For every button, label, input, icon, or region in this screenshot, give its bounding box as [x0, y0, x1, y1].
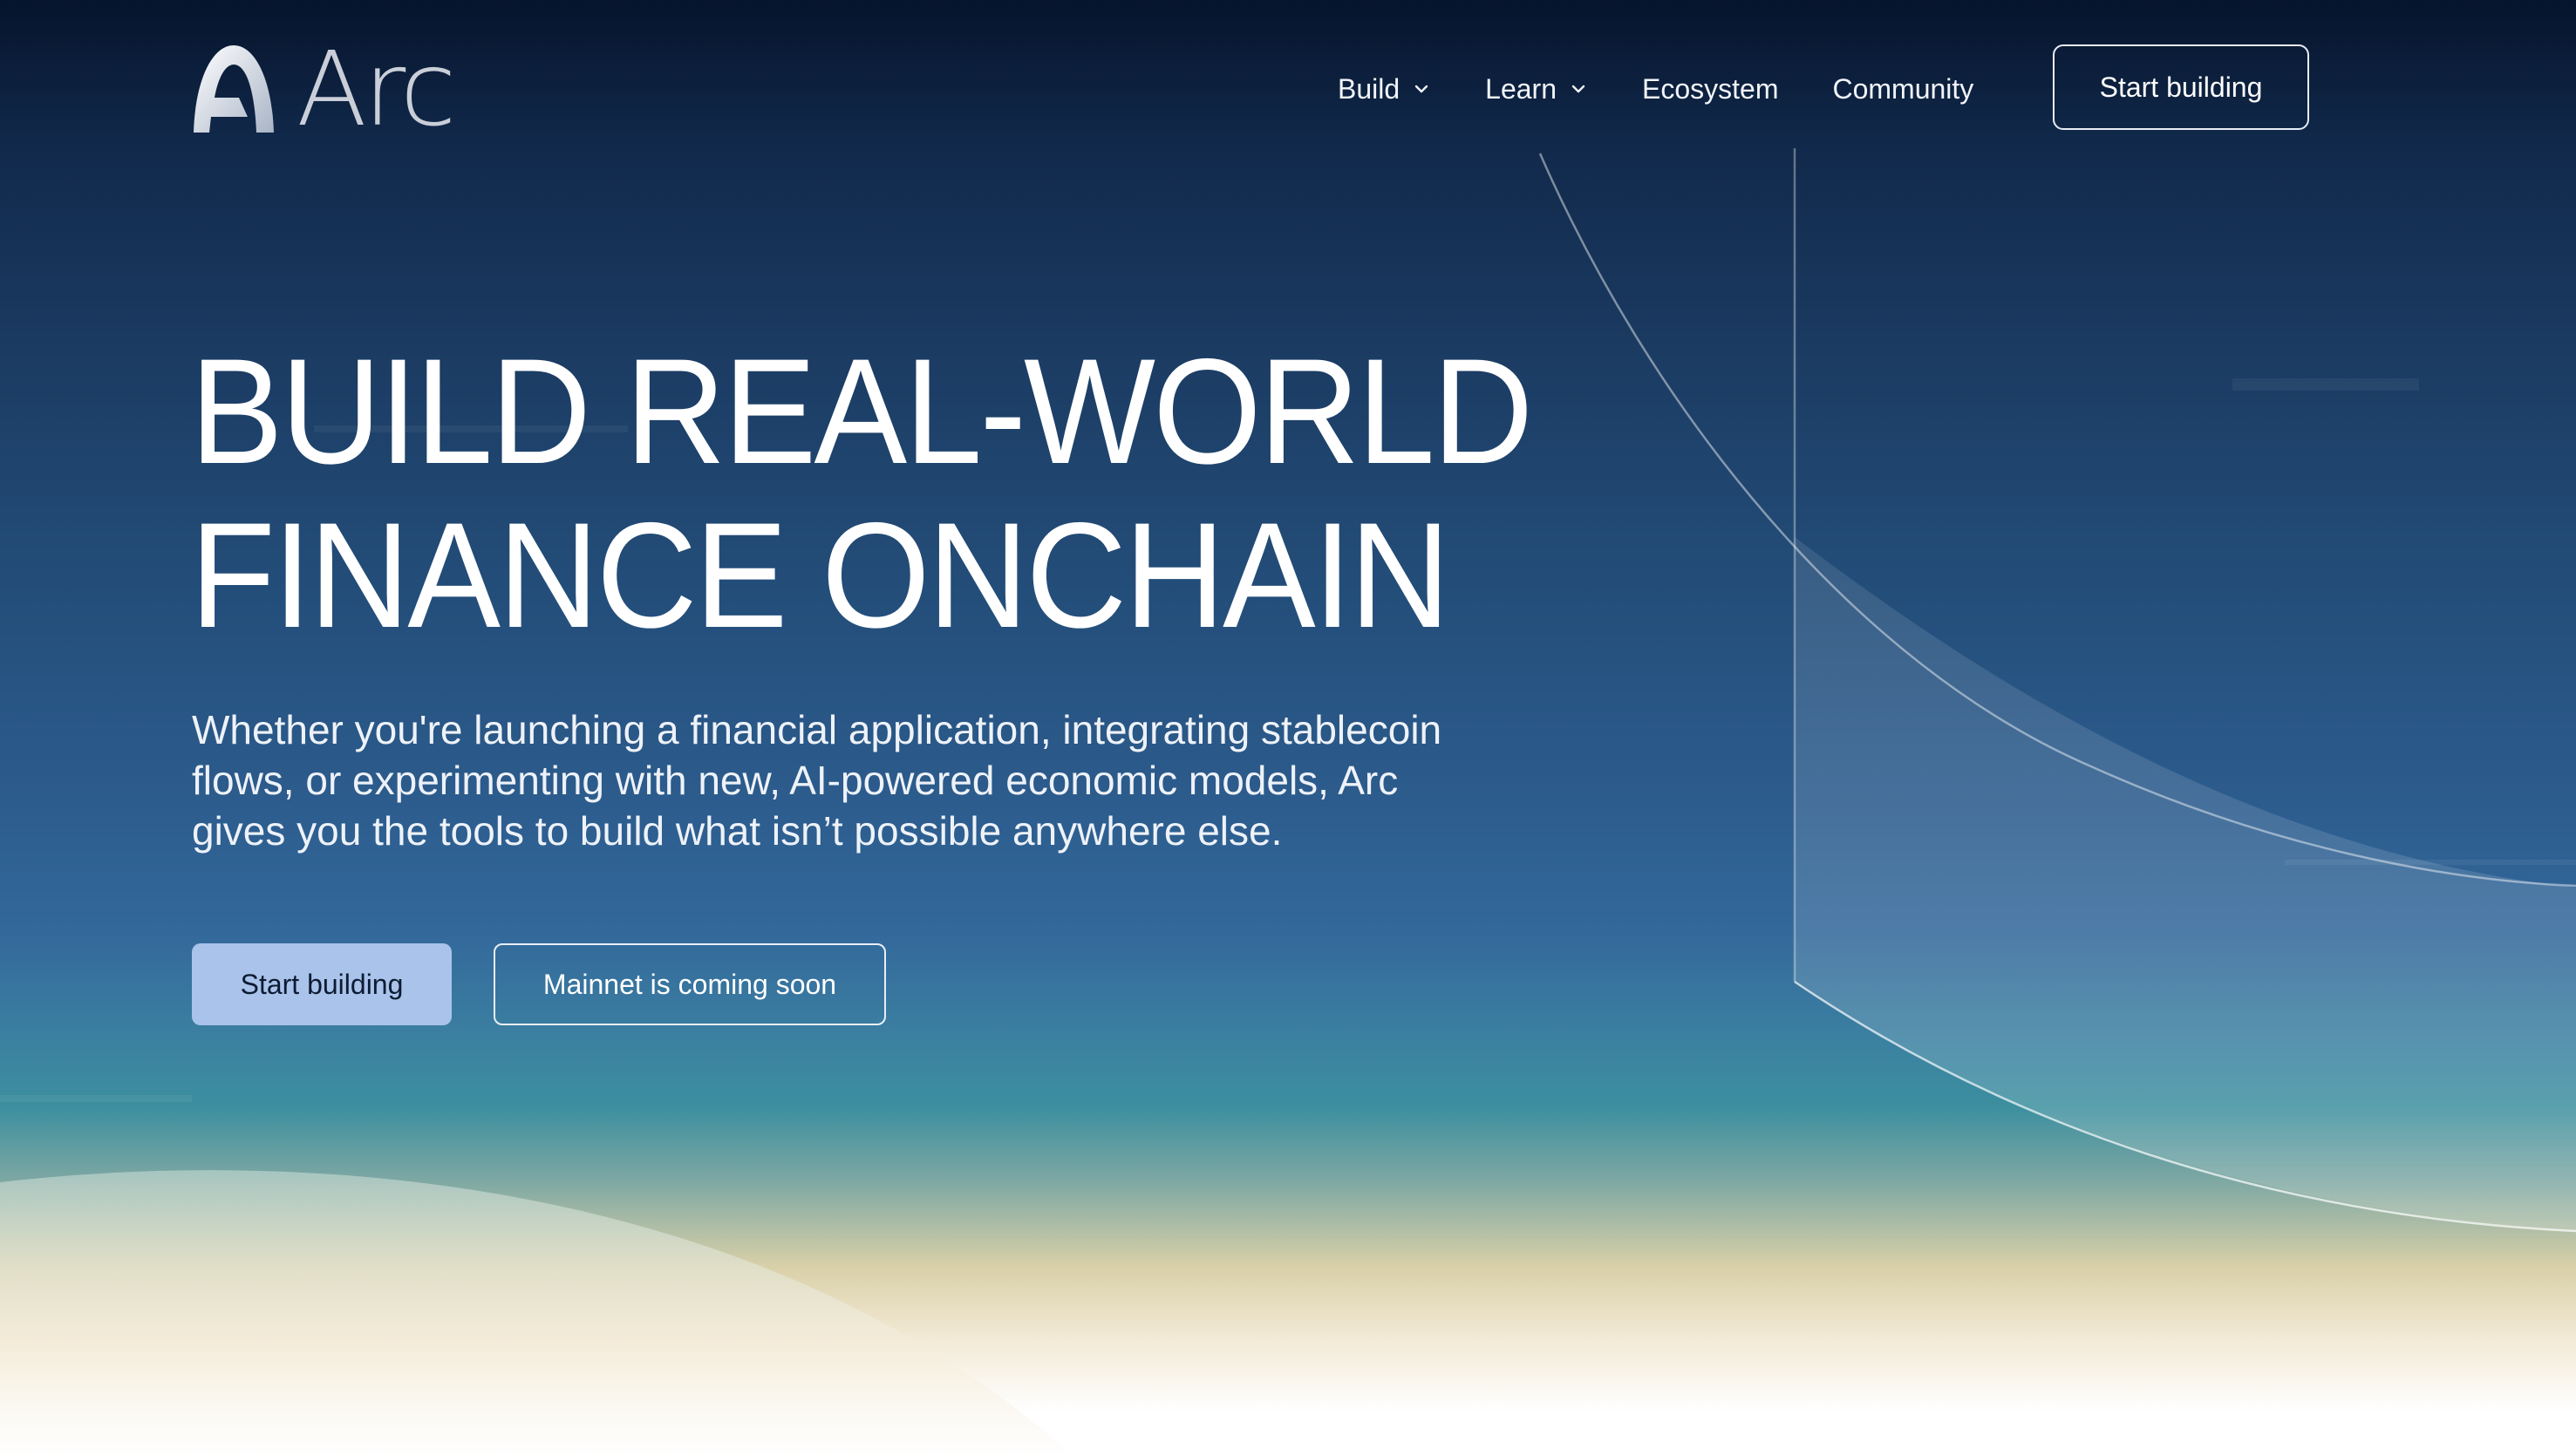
start-building-button[interactable]: Start building	[192, 943, 452, 1025]
hero-subtitle-line: Whether you're launching a financial app…	[192, 707, 1442, 752]
light-streak	[0, 1095, 192, 1102]
horizon-mound-shape	[0, 1170, 1073, 1456]
light-streak	[2232, 378, 2419, 391]
brand-logo[interactable]: Arc	[190, 29, 457, 149]
light-streak	[2285, 860, 2576, 865]
header-start-building-button[interactable]: Start building	[2053, 44, 2309, 130]
mainnet-coming-soon-button[interactable]: Mainnet is coming soon	[494, 943, 886, 1025]
nav-item-label: Build	[1338, 72, 1400, 105]
nav-item-build[interactable]: Build	[1338, 73, 1431, 105]
arc-sheet-shape	[1795, 537, 2576, 1231]
nav-item-label: Ecosystem	[1642, 72, 1779, 105]
main-nav: Build Learn Ecosystem Community	[1338, 44, 2027, 134]
hero-subtitle-line: gives you the tools to build what isn’t …	[192, 808, 1283, 854]
brand-name: Arc	[296, 29, 457, 149]
hero-subtitle: Whether you're launching a financial app…	[192, 704, 1622, 856]
nav-item-community[interactable]: Community	[1832, 73, 1973, 105]
hero-title-line: FINANCE ONCHAIN	[190, 492, 1450, 659]
chevron-down-icon	[1414, 85, 1428, 93]
hero-title: BUILD REAL-WORLD FINANCE ONCHAIN	[190, 328, 1533, 659]
hero-title-line: BUILD REAL-WORLD	[190, 328, 1533, 495]
nav-item-learn[interactable]: Learn	[1485, 73, 1588, 105]
hero-subtitle-line: flows, or experimenting with new, AI-pow…	[192, 758, 1399, 803]
nav-item-ecosystem[interactable]: Ecosystem	[1642, 73, 1778, 105]
chevron-down-icon	[1571, 85, 1585, 93]
nav-item-label: Community	[1832, 72, 1974, 105]
nav-item-label: Learn	[1485, 72, 1557, 105]
arc-logo-icon	[194, 45, 274, 133]
